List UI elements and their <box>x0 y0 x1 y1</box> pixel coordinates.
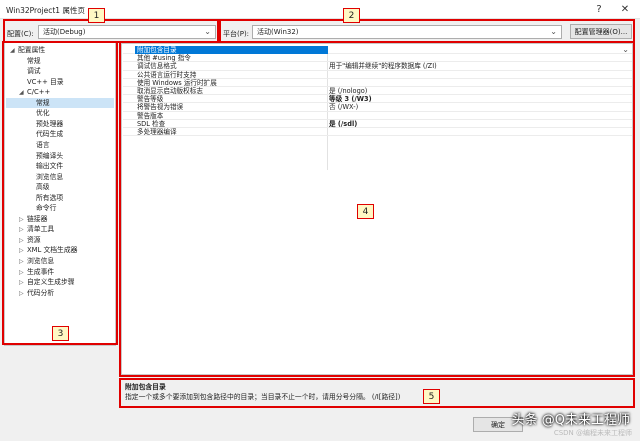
close-button[interactable]: ✕ <box>613 1 637 18</box>
annotation-tag-4: 4 <box>357 204 374 219</box>
watermark-sub: CSDN @编程未来工程师 <box>553 429 632 437</box>
annotation-tag-5: 5 <box>423 389 440 404</box>
help-button[interactable]: ? <box>587 1 611 18</box>
annotation-tag-3: 3 <box>52 326 69 341</box>
annotation-tag-1: 1 <box>88 8 105 23</box>
annotation-box-5 <box>119 378 635 408</box>
annotation-tag-2: 2 <box>343 8 360 23</box>
window-title: Win32Project1 属性页 <box>6 6 85 15</box>
annotation-box-2 <box>219 19 635 43</box>
annotation-box-4 <box>119 41 635 377</box>
annotation-box-1 <box>3 19 219 43</box>
annotation-box-3 <box>2 41 118 345</box>
watermark: 头条 @Q未来工程师 <box>511 413 630 428</box>
